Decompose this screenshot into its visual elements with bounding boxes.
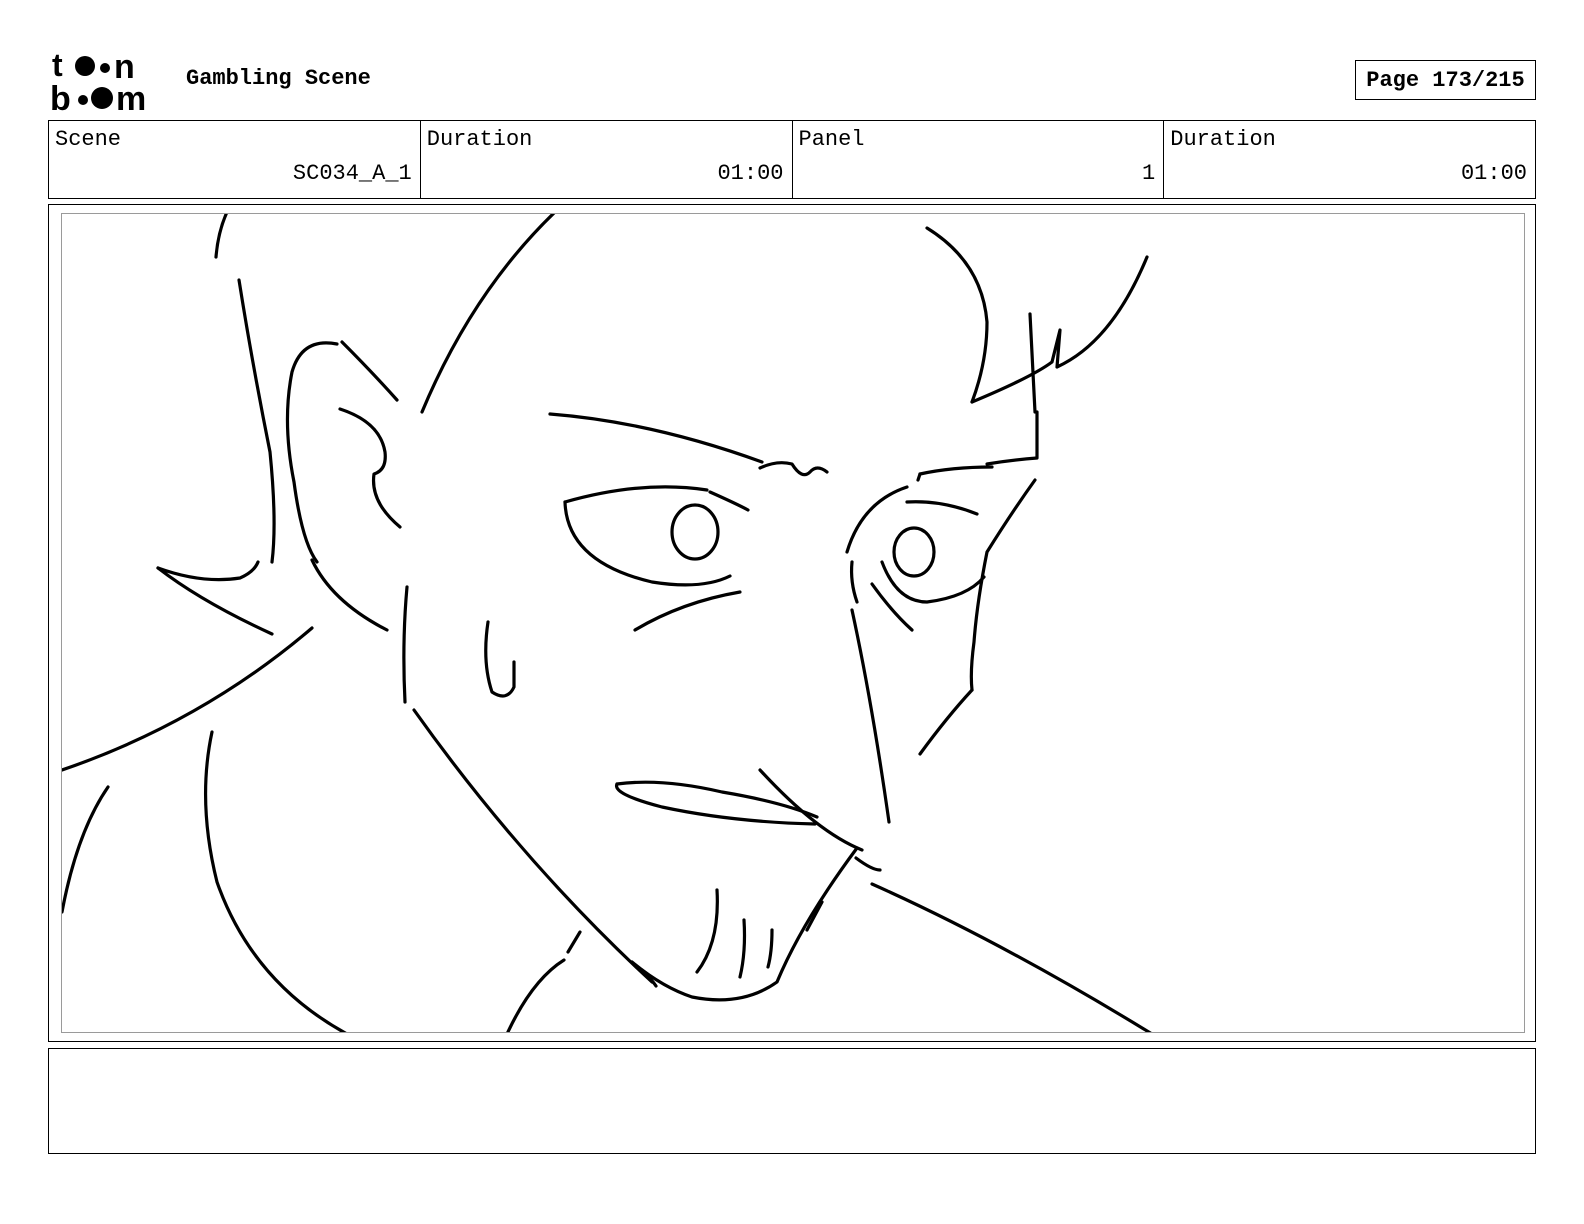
scene-value: SC034_A_1 [292, 161, 412, 186]
panel-notes-box[interactable] [48, 1048, 1536, 1154]
character-sketch [62, 214, 1152, 1032]
panel-duration-label: Duration [1170, 127, 1276, 152]
toonboom-logo: t n b m [50, 48, 146, 114]
panel-label: Panel [798, 127, 865, 152]
svg-text:t: t [52, 48, 63, 83]
panel-duration-cell: Duration 01:00 [1164, 121, 1535, 198]
scene-duration-label: Duration [426, 127, 533, 152]
scene-label: Scene [55, 127, 122, 152]
page-indicator: Page 173/215 [1355, 60, 1536, 100]
svg-text:b: b [50, 80, 71, 114]
document-title: Gambling Scene [186, 66, 371, 91]
scene-info-row: Scene SC034_A_1 Duration 01:00 Panel 1 D… [48, 120, 1536, 199]
scene-duration-cell: Duration 01:00 [421, 121, 793, 198]
panel-duration-value: 01:00 [1460, 161, 1527, 186]
svg-text:m: m [116, 80, 146, 114]
panel-cell: Panel 1 [793, 121, 1165, 198]
storyboard-panel-frame [48, 204, 1536, 1042]
panel-value: 1 [1142, 161, 1156, 186]
storyboard-drawing-area [61, 213, 1525, 1033]
scene-duration-value: 01:00 [717, 161, 784, 186]
scene-cell: Scene SC034_A_1 [49, 121, 421, 198]
